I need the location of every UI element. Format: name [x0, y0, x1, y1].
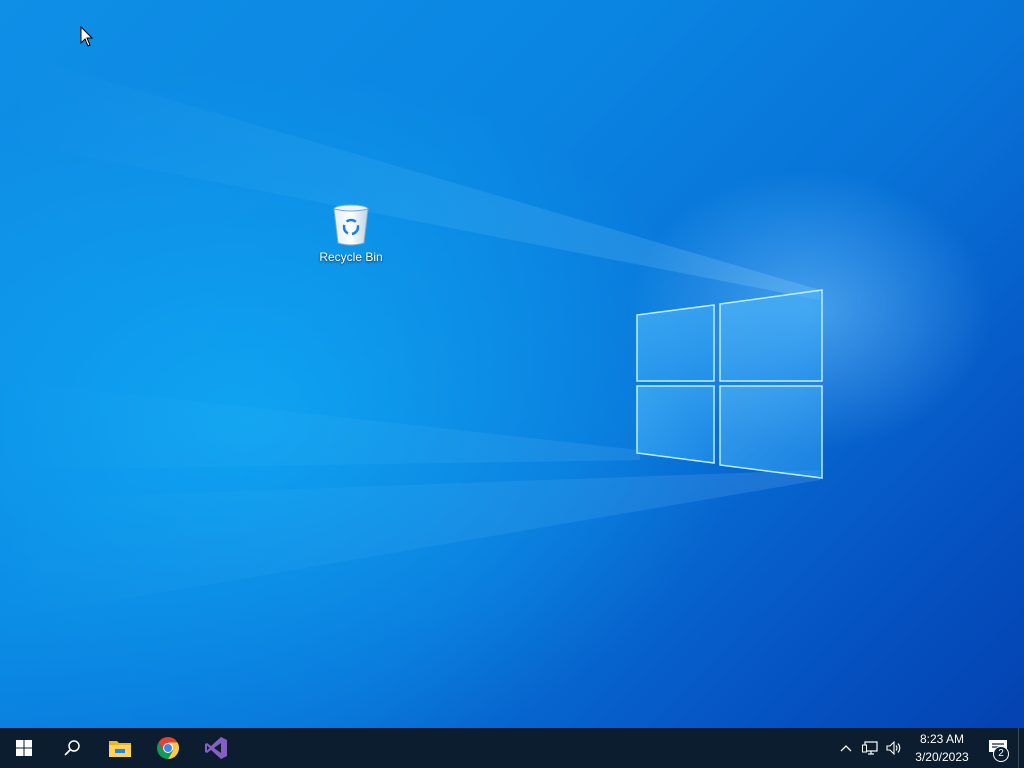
notification-count-badge: 2	[993, 746, 1009, 762]
file-explorer-button[interactable]	[96, 728, 144, 768]
recycle-bin-icon	[333, 204, 369, 246]
start-button[interactable]	[0, 728, 48, 768]
windows-logo-icon	[16, 740, 32, 756]
show-hidden-icons-button[interactable]	[834, 728, 858, 768]
clock-date: 3/20/2023	[915, 750, 969, 764]
show-desktop-button[interactable]	[1018, 728, 1024, 768]
visual-studio-icon	[205, 737, 227, 759]
visual-studio-button[interactable]	[192, 728, 240, 768]
system-tray: 8:23 AM 3/20/2023 2	[834, 728, 1024, 768]
recycle-bin-label: Recycle Bin	[319, 250, 383, 264]
taskbar: 8:23 AM 3/20/2023 2	[0, 728, 1024, 768]
clock[interactable]: 8:23 AM 3/20/2023	[910, 730, 974, 766]
clock-time: 8:23 AM	[919, 732, 965, 746]
search-button[interactable]	[48, 728, 96, 768]
wallpaper-light-beams	[0, 50, 823, 620]
chrome-button[interactable]	[144, 728, 192, 768]
chrome-icon	[157, 737, 179, 759]
desktop[interactable]: Recycle Bin	[0, 0, 1024, 728]
recycle-bin-shortcut[interactable]: Recycle Bin	[314, 203, 388, 275]
volume-icon	[886, 741, 901, 755]
volume-button[interactable]	[882, 728, 906, 768]
folder-icon	[109, 741, 131, 757]
mouse-pointer-icon	[80, 26, 94, 47]
chevron-up-icon	[840, 745, 852, 752]
action-center-button[interactable]: 2	[978, 728, 1018, 768]
network-button[interactable]	[858, 728, 882, 768]
windows-logo-glass	[636, 289, 823, 479]
search-icon	[64, 740, 80, 756]
network-icon	[862, 741, 878, 755]
